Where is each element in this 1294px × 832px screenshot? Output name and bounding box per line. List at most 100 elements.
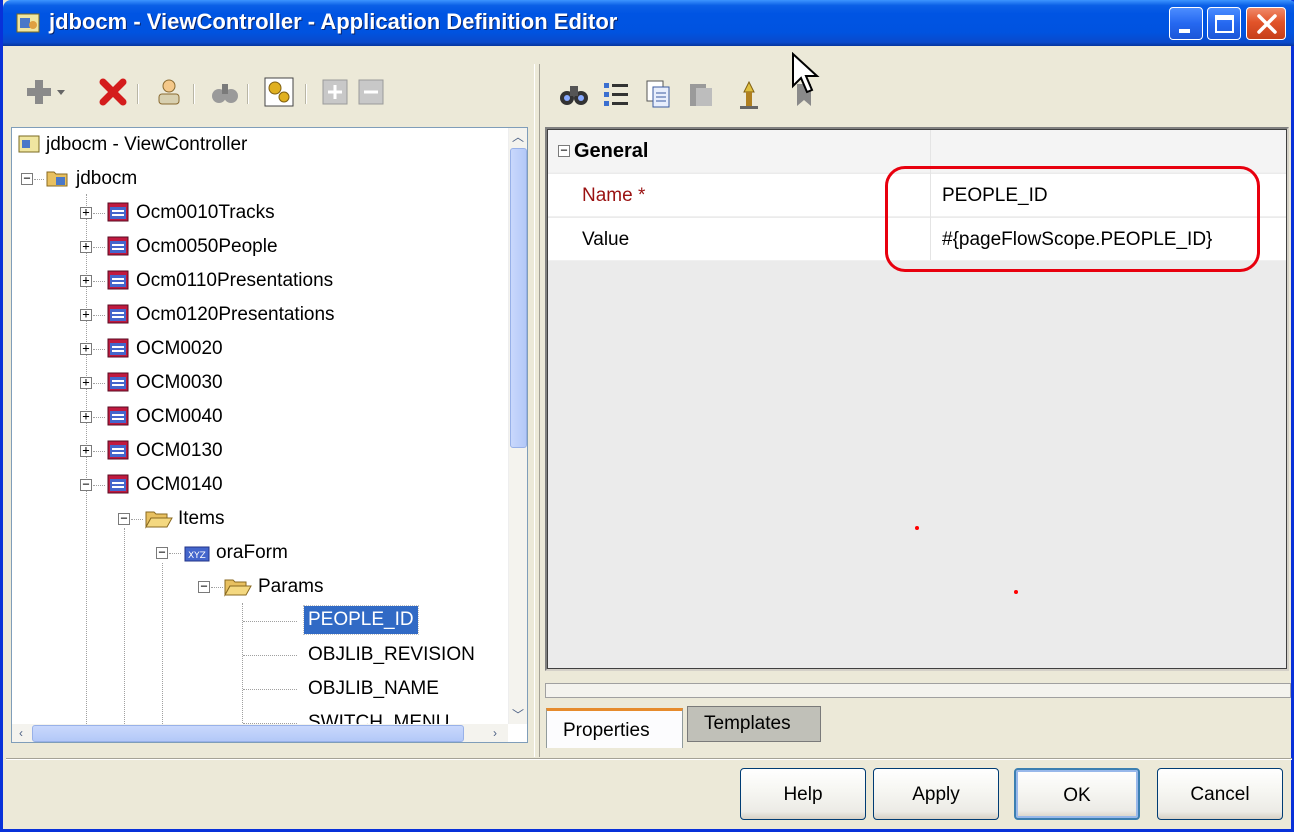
collapse-all-icon[interactable] bbox=[355, 76, 387, 108]
tree-connector bbox=[243, 621, 297, 622]
toolbar-separator bbox=[247, 84, 249, 104]
collapse-toggle[interactable]: − bbox=[198, 580, 210, 593]
application-icon bbox=[16, 13, 40, 33]
open-folder-icon bbox=[145, 511, 173, 529]
scroll-left-icon[interactable]: ‹ bbox=[12, 724, 30, 742]
collapse-toggle[interactable]: − bbox=[21, 172, 33, 185]
tree-horizontal-scrollbar[interactable]: ‹ › bbox=[12, 724, 508, 742]
tab-properties[interactable]: Properties bbox=[546, 708, 683, 748]
annotation-highlight bbox=[885, 166, 1260, 272]
cancel-button[interactable]: Cancel bbox=[1157, 768, 1283, 820]
maximize-button[interactable] bbox=[1207, 7, 1241, 40]
footer-separator bbox=[6, 758, 1292, 760]
selected-item-label: PEOPLE_ID bbox=[303, 605, 419, 635]
tree-item-objlib-revision[interactable]: OBJLIB_REVISION bbox=[12, 638, 502, 671]
categorized-list-icon[interactable] bbox=[600, 78, 632, 110]
expand-toggle[interactable]: + bbox=[80, 240, 92, 253]
delete-icon[interactable] bbox=[97, 76, 129, 108]
page-definition-icon bbox=[107, 202, 129, 222]
tree-item-objlib-name[interactable]: OBJLIB_NAME bbox=[12, 672, 502, 705]
scroll-down-icon[interactable]: ﹀ bbox=[509, 706, 527, 724]
minimize-button[interactable] bbox=[1169, 7, 1203, 40]
tree-item-root[interactable]: jdbocm - ViewController bbox=[12, 128, 502, 161]
wizard-icon[interactable] bbox=[734, 78, 764, 110]
tree-connector bbox=[169, 553, 181, 554]
wizard-icon[interactable] bbox=[263, 76, 295, 108]
expand-toggle[interactable]: + bbox=[80, 444, 92, 457]
page-definition-icon bbox=[107, 406, 129, 426]
tree-item-ocm0050people[interactable]: + Ocm0050People bbox=[12, 230, 502, 263]
minimize-icon bbox=[1179, 29, 1190, 33]
open-folder-icon bbox=[224, 579, 252, 597]
window-title: jdbocm - ViewController - Application De… bbox=[49, 9, 618, 34]
section-title: General bbox=[574, 140, 649, 162]
mouse-cursor-icon bbox=[792, 52, 820, 94]
tree-connector bbox=[34, 179, 44, 180]
required-marker: * bbox=[637, 185, 646, 206]
add-icon[interactable] bbox=[23, 76, 55, 108]
scroll-right-icon[interactable]: › bbox=[486, 724, 504, 742]
ok-button[interactable]: OK bbox=[1014, 768, 1140, 820]
tab-templates[interactable]: Templates bbox=[687, 706, 821, 742]
tree-item-jdbocm[interactable]: − jdbocm bbox=[12, 162, 502, 195]
tree-item-ocm0110presentations[interactable]: + Ocm0110Presentations bbox=[12, 264, 502, 297]
tree-connector bbox=[93, 315, 105, 316]
copy-icon[interactable] bbox=[642, 78, 674, 110]
tree-item-oraform[interactable]: − XYZ oraForm bbox=[12, 536, 502, 569]
paste-icon[interactable] bbox=[684, 78, 716, 110]
tree-item-people-id[interactable]: PEOPLE_ID bbox=[12, 604, 502, 637]
horizontal-scroll-thumb[interactable] bbox=[32, 725, 464, 742]
collapse-toggle[interactable]: − bbox=[80, 478, 92, 491]
tree-connector bbox=[93, 349, 105, 350]
expand-toggle[interactable]: + bbox=[80, 274, 92, 287]
expand-all-icon[interactable] bbox=[319, 76, 351, 108]
expand-toggle[interactable]: + bbox=[80, 308, 92, 321]
close-button[interactable] bbox=[1246, 7, 1286, 40]
tree-connector bbox=[93, 417, 105, 418]
tree-item-ocm0030[interactable]: + OCM0030 bbox=[12, 366, 502, 399]
expand-toggle[interactable]: + bbox=[80, 206, 92, 219]
maximize-icon bbox=[1215, 15, 1234, 33]
tree-item-ocm0040[interactable]: + OCM0040 bbox=[12, 400, 502, 433]
tree-item-ocm0010tracks[interactable]: + Ocm0010Tracks bbox=[12, 196, 502, 229]
binoculars-icon[interactable] bbox=[558, 78, 590, 110]
page-definition-icon bbox=[107, 236, 129, 256]
toolbar-separator bbox=[305, 84, 307, 104]
expand-toggle[interactable]: + bbox=[80, 342, 92, 355]
help-button[interactable]: Help bbox=[740, 768, 866, 820]
property-label: Name * bbox=[582, 185, 646, 206]
tree-connector bbox=[93, 383, 105, 384]
annotation-dot bbox=[1014, 590, 1018, 594]
tree-item-params[interactable]: − Params bbox=[12, 570, 502, 603]
apply-button[interactable]: Apply bbox=[873, 768, 999, 820]
binoculars-icon[interactable] bbox=[209, 76, 241, 108]
page-definition-icon bbox=[107, 270, 129, 290]
tree-connector bbox=[93, 247, 105, 248]
collapse-toggle[interactable]: − bbox=[156, 546, 168, 559]
user-icon[interactable] bbox=[153, 76, 185, 108]
chevron-down-icon[interactable] bbox=[57, 90, 65, 96]
tree-item-ocm0140[interactable]: − OCM0140 bbox=[12, 468, 502, 501]
tree-connector bbox=[93, 281, 105, 282]
application-tree[interactable]: jdbocm - ViewController − jdbocm + Ocm00… bbox=[11, 127, 528, 743]
expand-toggle[interactable]: + bbox=[80, 410, 92, 423]
vertical-scroll-thumb[interactable] bbox=[510, 148, 527, 448]
title-bar[interactable]: jdbocm - ViewController - Application De… bbox=[3, 0, 1294, 46]
scroll-up-icon[interactable]: ︿ bbox=[509, 128, 527, 146]
tree-vertical-scrollbar[interactable]: ︿ ﹀ bbox=[508, 128, 527, 724]
tree-connector bbox=[243, 689, 297, 690]
tree-item-ocm0120presentations[interactable]: + Ocm0120Presentations bbox=[12, 298, 502, 331]
page-definition-icon bbox=[107, 338, 129, 358]
page-definition-icon bbox=[107, 304, 129, 324]
tree-item-ocm0020[interactable]: + OCM0020 bbox=[12, 332, 502, 365]
collapse-toggle[interactable]: − bbox=[558, 144, 570, 157]
tree-connector bbox=[243, 655, 297, 656]
pane-splitter[interactable] bbox=[534, 64, 540, 757]
property-horizontal-scrollbar[interactable] bbox=[545, 683, 1291, 698]
properties-toolbar bbox=[558, 72, 888, 120]
collapse-toggle[interactable]: − bbox=[118, 512, 130, 525]
tree-item-items[interactable]: − Items bbox=[12, 502, 502, 535]
tree-item-ocm0130[interactable]: + OCM0130 bbox=[12, 434, 502, 467]
tree-item-switch-menu[interactable]: SWITCH_MENU bbox=[12, 706, 502, 726]
expand-toggle[interactable]: + bbox=[80, 376, 92, 389]
